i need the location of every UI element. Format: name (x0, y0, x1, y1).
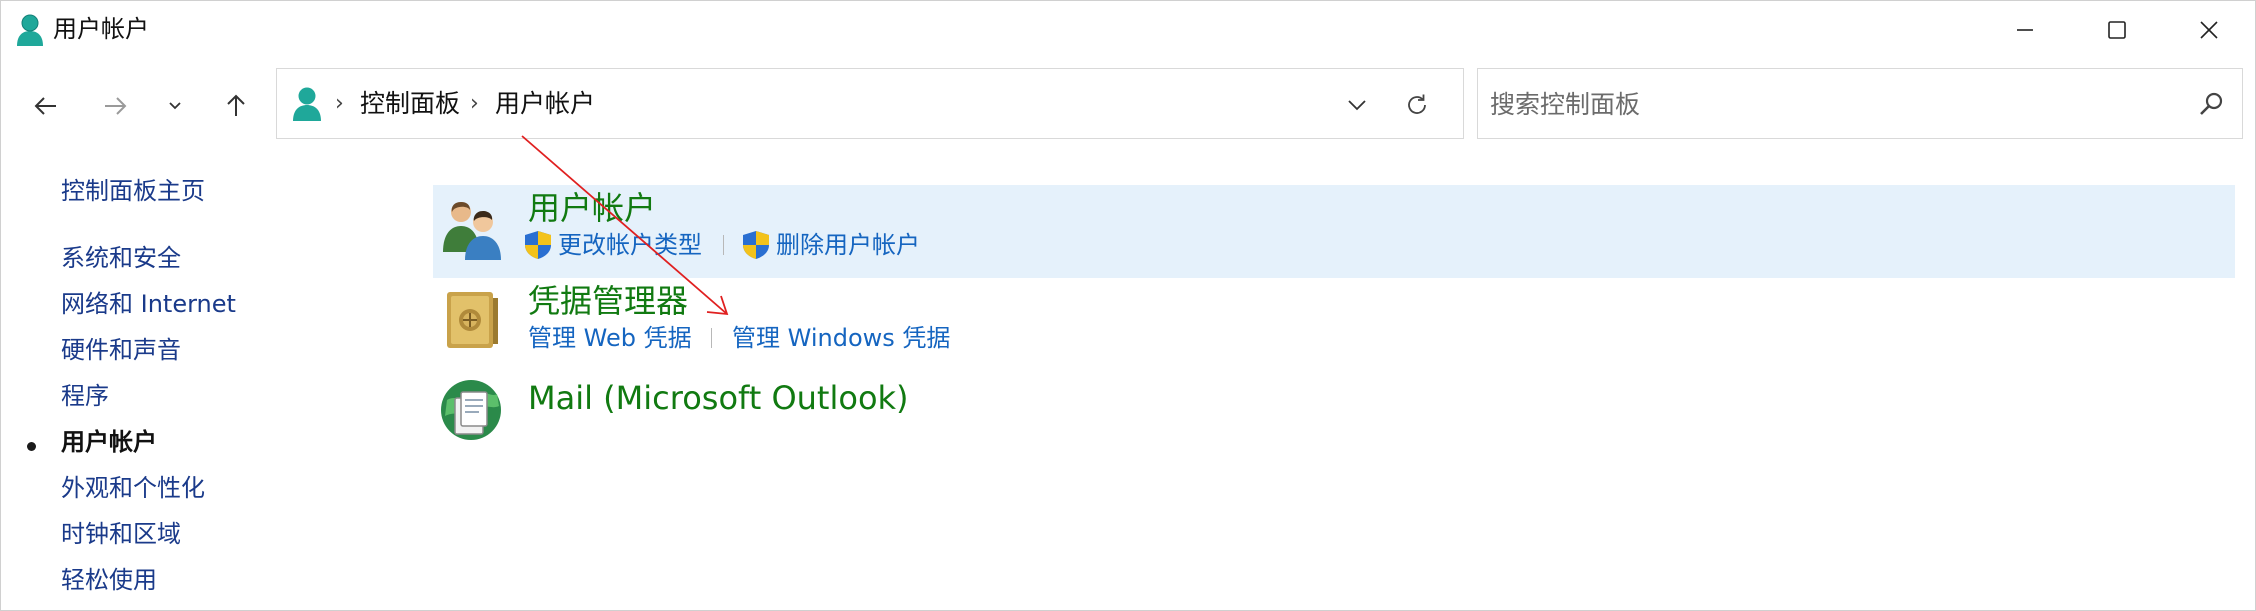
maximize-button[interactable] (2071, 1, 2163, 59)
uac-shield-icon (743, 231, 769, 259)
forward-button[interactable] (92, 83, 138, 129)
sidebar-item-control-panel-home[interactable]: 控制面板主页 (61, 175, 205, 207)
manage-windows-credentials-link[interactable]: 管理 Windows 凭据 (732, 323, 950, 353)
user-accounts-icon (293, 87, 321, 121)
back-button[interactable] (23, 83, 69, 129)
vault-icon[interactable] (439, 286, 507, 354)
search-input[interactable] (1490, 85, 2170, 123)
arrow-up-icon (227, 94, 245, 116)
up-button[interactable] (213, 83, 259, 129)
refresh-icon (1408, 94, 1426, 114)
sidebar-item-system-security[interactable]: 系统和安全 (61, 242, 181, 274)
arrow-left-icon (34, 97, 56, 115)
arrow-right-icon (105, 97, 127, 115)
users-icon[interactable] (439, 194, 507, 262)
manage-web-credentials-link[interactable]: 管理 Web 凭据 (528, 323, 692, 353)
maximize-icon (2108, 21, 2126, 39)
close-button[interactable] (2163, 1, 2255, 59)
minimize-icon (2017, 29, 2033, 31)
active-item-bullet (27, 442, 36, 451)
user-accounts-icon (17, 14, 43, 46)
chevron-down-icon (1348, 100, 1366, 111)
minimize-button[interactable] (1979, 1, 2071, 59)
sidebar: 控制面板主页 系统和安全 网络和 Internet 硬件和声音 程序 用户帐户 … (1, 161, 421, 611)
window-title: 用户帐户 (53, 15, 149, 43)
control-panel-window: 用户帐户 › 控制面板 › 用户帐户 搜索控制面板 控制面板主页 系统和安全 网… (0, 0, 2256, 611)
breadcrumb-user-accounts[interactable]: 用户帐户 (495, 89, 595, 119)
breadcrumb-control-panel[interactable]: 控制面板 (360, 89, 460, 119)
category-title-mail[interactable]: Mail (Microsoft Outlook) (528, 379, 909, 417)
link-divider (723, 235, 724, 255)
address-history-button[interactable] (1337, 85, 1377, 125)
chevron-down-icon (169, 102, 181, 110)
uac-shield-icon (525, 231, 551, 259)
sidebar-item-ease-of-access[interactable]: 轻松使用 (61, 564, 157, 596)
address-bar[interactable]: › 控制面板 › 用户帐户 (276, 68, 1464, 139)
close-icon (2200, 21, 2218, 39)
recent-locations-button[interactable] (153, 83, 197, 129)
mail-icon[interactable] (437, 376, 505, 444)
sidebar-item-user-accounts[interactable]: 用户帐户 (61, 426, 157, 458)
chevron-right-icon: › (335, 91, 344, 116)
search-box[interactable] (1477, 68, 2243, 139)
title-bar: 用户帐户 (1, 1, 2256, 59)
category-highlight (433, 185, 2235, 278)
chevron-right-icon: › (470, 91, 479, 116)
refresh-button[interactable] (1397, 85, 1437, 125)
category-title-credential-manager[interactable]: 凭据管理器 (528, 282, 688, 320)
remove-user-accounts-link[interactable]: 删除用户帐户 (776, 230, 920, 260)
sidebar-item-clock-region[interactable]: 时钟和区域 (61, 518, 181, 550)
sidebar-item-hardware-sound[interactable]: 硬件和声音 (61, 334, 181, 366)
category-title-user-accounts[interactable]: 用户帐户 (528, 189, 656, 227)
link-divider (711, 328, 712, 348)
sidebar-item-appearance[interactable]: 外观和个性化 (61, 472, 205, 504)
sidebar-item-network-internet[interactable]: 网络和 Internet (61, 288, 236, 320)
sidebar-item-programs[interactable]: 程序 (61, 380, 109, 412)
change-account-type-link[interactable]: 更改帐户类型 (558, 230, 702, 260)
search-icon[interactable] (2196, 89, 2226, 119)
